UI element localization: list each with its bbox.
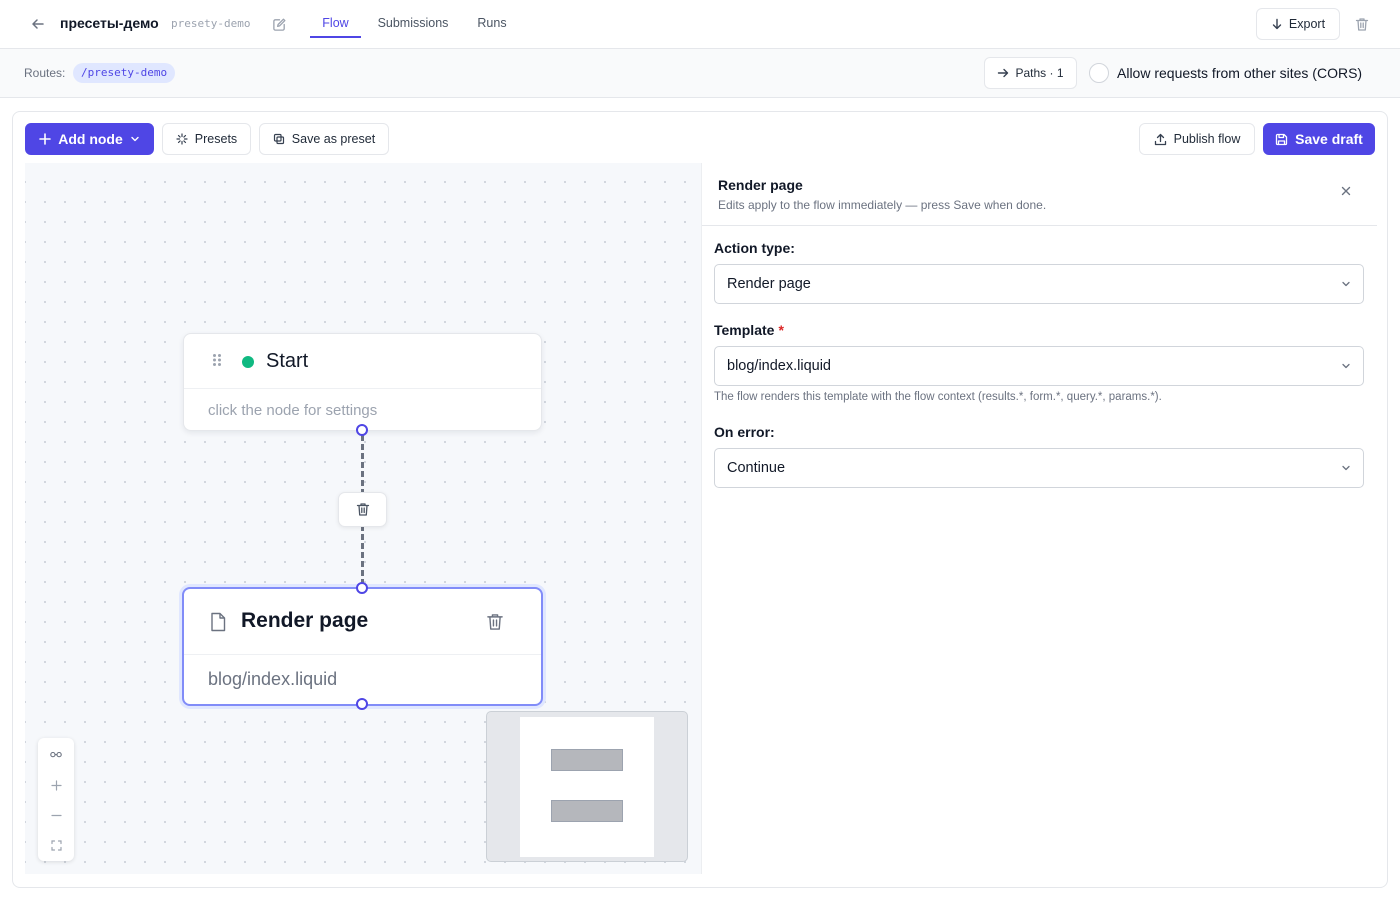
template-select[interactable]: blog/index.liquid: [714, 346, 1364, 386]
publish-flow-label: Publish flow: [1173, 132, 1241, 146]
cors-label: Allow requests from other sites (CORS): [1117, 65, 1363, 81]
arrow-left-icon: [32, 19, 44, 29]
on-error-label: On error:: [714, 424, 775, 440]
action-type-value: Render page: [727, 276, 811, 292]
routes-bar: Routes: /presety-demo Paths · 1 Allow re…: [0, 49, 1400, 98]
status-dot: [242, 356, 254, 368]
zoom-out-button[interactable]: [38, 800, 74, 830]
trash-icon: [1355, 17, 1369, 31]
presets-label: Presets: [194, 132, 238, 146]
panel-divider: [702, 225, 1377, 226]
start-node-output-handle[interactable]: [356, 424, 368, 436]
zoom-out-icon: [50, 814, 62, 816]
close-panel-button[interactable]: [1336, 181, 1356, 201]
presets-button[interactable]: Presets: [162, 123, 251, 155]
paths-button[interactable]: Paths · 1: [984, 57, 1077, 89]
fit-view-button[interactable]: [38, 740, 74, 770]
plus-icon: [39, 133, 52, 145]
save-draft-button[interactable]: Save draft: [1263, 123, 1375, 155]
download-icon: [1272, 18, 1282, 30]
template-value: blog/index.liquid: [727, 358, 831, 374]
render-node-output-handle[interactable]: [356, 698, 368, 710]
file-icon: [209, 612, 227, 632]
add-node-button[interactable]: Add node: [25, 123, 154, 155]
required-mark: *: [778, 322, 784, 338]
on-error-value: Continue: [727, 460, 786, 476]
top-bar: пресеты-демо presety-demo Flow Submissio…: [0, 0, 1400, 49]
delete-node-button[interactable]: [486, 612, 504, 632]
fit-view-icon: [50, 751, 62, 758]
on-error-select[interactable]: Continue: [714, 448, 1364, 488]
start-node-title: Start: [266, 350, 309, 372]
save-as-preset-button[interactable]: Save as preset: [259, 123, 389, 155]
close-icon: [1341, 186, 1351, 196]
flow-title: пресеты-демо: [60, 15, 159, 31]
render-node-input-handle[interactable]: [356, 582, 368, 594]
sparkle-icon: [176, 133, 188, 145]
edit-icon: [272, 18, 285, 31]
upload-icon: [1154, 133, 1166, 145]
render-page-node[interactable]: Render page blog/index.liquid: [182, 587, 543, 706]
tab-flow[interactable]: Flow: [310, 0, 361, 49]
routes-label: Routes:: [24, 66, 66, 80]
publish-flow-button[interactable]: Publish flow: [1139, 123, 1255, 155]
render-node-header: Render page: [184, 589, 541, 655]
zoom-in-button[interactable]: [38, 770, 74, 800]
render-node-template: blog/index.liquid: [208, 669, 338, 689]
fullscreen-icon: [50, 839, 62, 851]
arrow-right-icon: [998, 68, 1009, 78]
grip-icon[interactable]: [212, 353, 222, 367]
trash-icon: [356, 503, 369, 516]
fullscreen-button[interactable]: [38, 830, 74, 860]
back-button[interactable]: [28, 14, 48, 34]
cors-checkbox[interactable]: [1089, 63, 1109, 83]
delete-edge-button[interactable]: [338, 492, 387, 527]
save-icon: [1275, 133, 1288, 145]
save-draft-label: Save draft: [1295, 131, 1363, 147]
flow-slug: presety-demo: [171, 17, 251, 30]
panel-subtitle: Edits apply to the flow immediately — pr…: [718, 198, 1047, 212]
delete-flow-button[interactable]: [1352, 14, 1372, 34]
chevron-down-icon: [1341, 361, 1351, 371]
minimap-viewport[interactable]: [520, 717, 654, 857]
add-node-label: Add node: [58, 131, 123, 147]
paths-label: Paths · 1: [1015, 66, 1064, 80]
minimap[interactable]: [486, 711, 688, 862]
save-as-preset-label: Save as preset: [291, 132, 376, 146]
export-button[interactable]: Export: [1256, 8, 1340, 40]
render-node-title: Render page: [241, 609, 369, 632]
export-label: Export: [1288, 17, 1326, 31]
chevron-down-icon: [1341, 463, 1351, 473]
start-node[interactable]: Start click the node for settings: [183, 333, 542, 431]
chevron-down-icon: [131, 136, 139, 142]
edit-title-button[interactable]: [270, 15, 288, 33]
canvas-controls: [38, 738, 74, 861]
route-chip[interactable]: /presety-demo: [73, 63, 176, 83]
copy-icon: [273, 133, 284, 145]
action-type-label: Action type:: [714, 240, 795, 256]
flow-canvas[interactable]: Start click the node for settings Render…: [25, 163, 701, 874]
trash-icon: [487, 614, 503, 630]
template-help-text: The flow renders this template with the …: [714, 391, 1162, 403]
start-node-header: Start: [184, 334, 541, 389]
tab-submissions[interactable]: Submissions: [372, 0, 454, 49]
zoom-in-icon: [50, 779, 62, 791]
template-label: Template *: [714, 322, 784, 338]
tab-runs[interactable]: Runs: [474, 0, 510, 49]
minimap-node: [551, 800, 623, 822]
action-type-select[interactable]: Render page: [714, 264, 1364, 304]
minimap-node: [551, 749, 623, 771]
panel-title: Render page: [718, 177, 803, 193]
node-settings-panel: Render page Edits apply to the flow imme…: [701, 163, 1377, 874]
start-node-hint: click the node for settings: [208, 402, 378, 419]
template-label-text: Template: [714, 322, 775, 338]
chevron-down-icon: [1341, 279, 1351, 289]
